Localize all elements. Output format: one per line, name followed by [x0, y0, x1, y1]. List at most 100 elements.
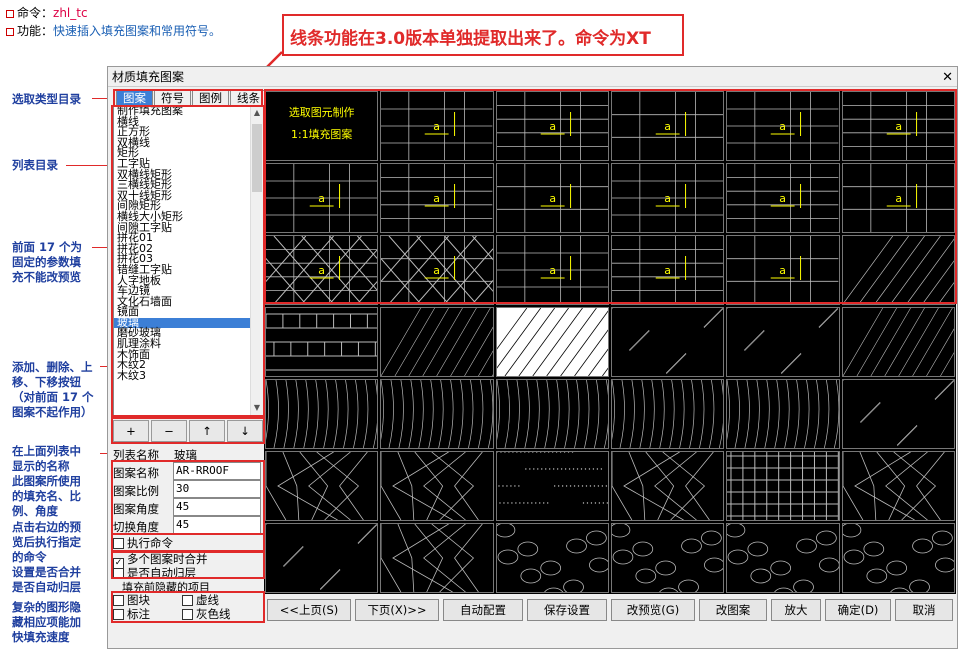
checkbox-icon[interactable] [113, 568, 124, 579]
pattern-preview-cell[interactable]: a [495, 91, 609, 161]
tab-legend[interactable]: 图例 [192, 90, 229, 105]
switch-angle-label: 切换角度 [113, 520, 159, 534]
pattern-preview-cell[interactable]: a [380, 91, 494, 161]
pattern-preview-cell[interactable]: a [380, 235, 494, 305]
pattern-preview-cell[interactable] [380, 379, 494, 449]
checkbox-icon[interactable] [113, 595, 124, 606]
next-page-button[interactable]: 下页(X)>> [355, 599, 439, 621]
pattern-preview-cell[interactable]: a [611, 91, 725, 161]
ok-button[interactable]: 确定(D) [825, 599, 891, 621]
edit-preview-button[interactable]: 改预览(G) [611, 599, 695, 621]
checkbox-icon[interactable] [113, 538, 124, 549]
switch-angle-input[interactable]: 45 [173, 516, 261, 534]
pattern-preview-cell[interactable] [265, 379, 379, 449]
hide-block-checkbox[interactable]: 图块 [113, 594, 150, 607]
pattern-preview-cell[interactable] [611, 451, 725, 521]
prev-page-button[interactable]: <<上页(S) [267, 599, 351, 621]
pattern-preview-cell[interactable] [495, 451, 609, 521]
pattern-preview-cell[interactable] [841, 451, 955, 521]
pattern-preview-cell[interactable]: a [495, 235, 609, 305]
list-name-value[interactable]: 玻璃 [174, 447, 197, 463]
zoom-button[interactable]: 放大 [771, 599, 821, 621]
pattern-list[interactable]: 制作填充图案 横线 正方形 双横线 矩形 工字贴 双横线矩形 三横线矩形 双十线矩形 间隙矩形 横线… [113, 105, 264, 416]
hide-block-label: 图块 [127, 593, 150, 607]
dim-letter-a: a [549, 120, 556, 133]
pattern-preview-cell[interactable]: a [726, 163, 840, 233]
list-scrollbar[interactable]: ▲ ▼ [250, 106, 263, 415]
exec-command-checkbox[interactable]: 执行命令 [113, 537, 173, 550]
scroll-up-icon[interactable]: ▲ [251, 106, 263, 120]
annotation-merge: 设置是否合并 是否自动归层 [12, 565, 81, 594]
pattern-preview-cell[interactable] [726, 379, 840, 449]
pattern-preview-cell[interactable] [380, 307, 494, 377]
pattern-preview-cell[interactable]: a [380, 163, 494, 233]
exec-command-label: 执行命令 [127, 536, 173, 550]
pattern-preview-cell[interactable] [611, 523, 725, 593]
close-icon[interactable]: ✕ [942, 68, 953, 88]
pattern-preview-cell[interactable]: a [726, 235, 840, 305]
move-up-button[interactable]: ↑ [189, 420, 225, 442]
pattern-preview-cell[interactable] [495, 523, 609, 593]
scroll-down-icon[interactable]: ▼ [251, 401, 263, 415]
checkbox-icon[interactable] [182, 595, 193, 606]
pattern-preview-cell[interactable]: a [611, 235, 725, 305]
function-value: 快速插入填充图案和常用符号。 [53, 24, 222, 38]
hide-grey-checkbox[interactable]: 灰色线 [182, 608, 231, 621]
dim-letter-a: a [664, 120, 671, 133]
pattern-preview-cell[interactable]: a [841, 163, 955, 233]
hide-dashed-checkbox[interactable]: 虚线 [182, 594, 219, 607]
pattern-angle-input[interactable]: 45 [173, 498, 261, 516]
dim-letter-a: a [780, 192, 787, 205]
pattern-preview-cell[interactable] [265, 523, 379, 593]
hide-dim-checkbox[interactable]: 标注 [113, 608, 150, 621]
pattern-preview-cell[interactable] [726, 451, 840, 521]
pattern-preview-cell[interactable]: a [726, 91, 840, 161]
remove-button[interactable]: − [151, 420, 187, 442]
pattern-preview-cell[interactable] [611, 307, 725, 377]
dim-letter-a: a [318, 264, 325, 277]
pattern-preview-cell[interactable] [841, 523, 955, 593]
move-down-button[interactable]: ↓ [227, 420, 263, 442]
pattern-preview-cell[interactable]: a [495, 163, 609, 233]
scroll-thumb[interactable] [252, 124, 262, 192]
annotation-buttons: 添加、删除、上 移、下移按钮 （对前面 17 个 图案不起作用） [12, 360, 94, 419]
dim-letter-a: a [318, 192, 325, 205]
pattern-preview-cell[interactable] [841, 235, 955, 305]
pattern-preview-cell[interactable]: a [841, 91, 955, 161]
pattern-preview-cell[interactable] [726, 307, 840, 377]
hide-grey-label: 灰色线 [196, 607, 231, 621]
list-name-label: 列表名称 [113, 448, 159, 462]
checkbox-icon[interactable] [113, 609, 124, 620]
tab-symbol[interactable]: 符号 [154, 90, 191, 105]
pattern-preview-cell[interactable] [495, 307, 609, 377]
pattern-preview-cell[interactable] [611, 379, 725, 449]
pattern-scale-input[interactable]: 30 [173, 480, 261, 498]
pattern-preview-cell[interactable]: a [265, 163, 379, 233]
add-button[interactable]: + [113, 420, 149, 442]
annotation-exec: 点击右边的预 览后执行指定 的命令 [12, 520, 81, 564]
list-item[interactable]: 木纹3 [114, 370, 263, 382]
pattern-preview-cell[interactable]: a [611, 163, 725, 233]
pattern-name-label: 图案名称 [113, 466, 159, 480]
pattern-preview-cell[interactable]: a [265, 235, 379, 305]
pattern-preview-cell[interactable] [495, 379, 609, 449]
tab-line[interactable]: 线条 [230, 90, 267, 105]
pattern-preview-cell[interactable] [380, 523, 494, 593]
pattern-preview-cell[interactable] [380, 451, 494, 521]
pattern-name-input[interactable]: AR-RROOF [173, 462, 261, 480]
dim-letter-a: a [664, 192, 671, 205]
hide-dim-label: 标注 [127, 607, 150, 621]
save-settings-button[interactable]: 保存设置 [527, 599, 607, 621]
auto-config-button[interactable]: 自动配置 [443, 599, 523, 621]
pattern-preview-cell[interactable] [841, 379, 955, 449]
pattern-preview-cell[interactable] [265, 307, 379, 377]
edit-pattern-button[interactable]: 改图案 [699, 599, 767, 621]
pattern-preview-cell[interactable] [726, 523, 840, 593]
tab-pattern[interactable]: 图案 [116, 90, 153, 105]
pattern-preview-cell[interactable]: 选取图元制作 1:1填充图案 [265, 91, 379, 161]
pattern-preview-cell[interactable] [265, 451, 379, 521]
pattern-preview-cell[interactable] [841, 307, 955, 377]
checkbox-icon[interactable] [182, 609, 193, 620]
cancel-button[interactable]: 取消 [895, 599, 953, 621]
pattern-list-items: 制作填充图案 横线 正方形 双横线 矩形 工字贴 双横线矩形 三横线矩形 双十线矩形 间隙矩形 横线… [114, 106, 263, 381]
